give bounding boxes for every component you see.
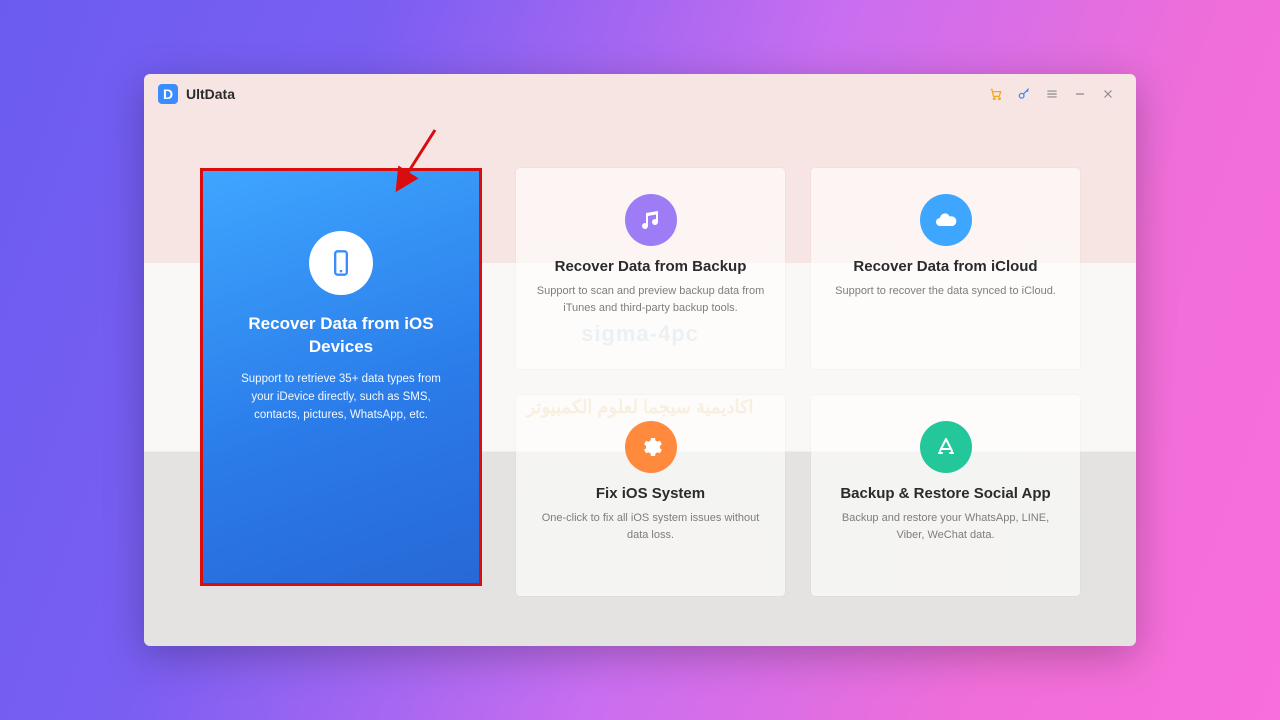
phone-icon bbox=[309, 231, 373, 295]
app-window: D UltData sigma-4pc اكاديمية سيجما لعلوم… bbox=[144, 74, 1136, 646]
card-backup-social[interactable]: Backup & Restore Social App Backup and r… bbox=[811, 395, 1080, 596]
card-title: Recover Data from iCloud bbox=[831, 258, 1060, 275]
music-icon bbox=[625, 194, 677, 246]
close-icon[interactable] bbox=[1094, 80, 1122, 108]
content-area: Recover Data from iOS Devices Support to… bbox=[144, 114, 1136, 646]
minimize-icon[interactable] bbox=[1066, 80, 1094, 108]
card-desc: Support to retrieve 35+ data types from … bbox=[225, 371, 457, 424]
card-title: Backup & Restore Social App bbox=[831, 485, 1060, 502]
menu-icon[interactable] bbox=[1038, 80, 1066, 108]
card-recover-icloud[interactable]: Recover Data from iCloud Support to reco… bbox=[811, 168, 1080, 369]
app-title: UltData bbox=[186, 86, 235, 102]
card-recover-ios-devices[interactable]: Recover Data from iOS Devices Support to… bbox=[200, 168, 482, 586]
card-desc: Backup and restore your WhatsApp, LINE, … bbox=[831, 510, 1060, 543]
card-recover-backup[interactable]: Recover Data from Backup Support to scan… bbox=[516, 168, 785, 369]
titlebar: D UltData bbox=[144, 74, 1136, 114]
options-grid: Recover Data from Backup Support to scan… bbox=[516, 134, 1080, 616]
cloud-icon bbox=[920, 194, 972, 246]
app-logo-icon: D bbox=[158, 84, 178, 104]
card-desc: Support to scan and preview backup data … bbox=[536, 283, 765, 316]
key-icon[interactable] bbox=[1010, 80, 1038, 108]
appstore-icon bbox=[920, 421, 972, 473]
card-title: Recover Data from iOS Devices bbox=[225, 313, 457, 359]
card-fix-ios[interactable]: Fix iOS System One-click to fix all iOS … bbox=[516, 395, 785, 596]
card-desc: One-click to fix all iOS system issues w… bbox=[536, 510, 765, 543]
cart-icon[interactable] bbox=[982, 80, 1010, 108]
card-desc: Support to recover the data synced to iC… bbox=[831, 283, 1060, 300]
card-title: Recover Data from Backup bbox=[536, 258, 765, 275]
card-title: Fix iOS System bbox=[536, 485, 765, 502]
gear-icon bbox=[625, 421, 677, 473]
